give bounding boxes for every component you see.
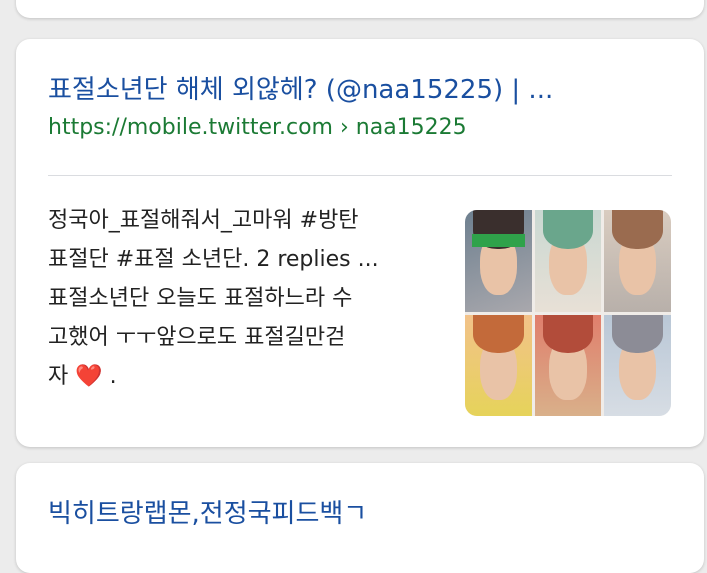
snippet-line: 표절단 #표절 소년단. 2 replies ...	[48, 247, 379, 272]
photo-collage-icon[interactable]	[465, 210, 671, 416]
result-url[interactable]: https://mobile.twitter.com › naa15225	[48, 115, 467, 140]
snippet-line-last: 자 ❤️ .	[48, 357, 443, 396]
snippet-line: 표절소년단 오늘도 표절하느라 수	[48, 286, 353, 311]
photo-tile	[604, 210, 671, 312]
photo-tile	[534, 314, 602, 416]
next-result-card: 빅히트랑랩몬,전정국피드백ㄱ	[16, 463, 704, 573]
photo-tile	[534, 210, 602, 312]
photo-tile	[465, 210, 532, 312]
search-result-card: 표절소년단 해체 외않헤? (@naa15225) | ... https://…	[16, 39, 704, 447]
next-result-title-link[interactable]: 빅히트랑랩몬,전정국피드백ㄱ	[48, 493, 367, 530]
snippet-text: 자	[48, 364, 69, 389]
photo-tile	[465, 314, 532, 416]
previous-result-card	[16, 0, 704, 18]
heart-icon: ❤️	[75, 364, 103, 389]
photo-tile	[604, 314, 671, 416]
snippet-line: 정국아_표절해줘서_고마워 #방탄	[48, 208, 359, 233]
divider	[48, 175, 672, 176]
snippet-line: 고했어 ㅜㅜ앞으로도 표절길만걷	[48, 325, 346, 350]
result-title-link[interactable]: 표절소년단 해체 외않헤? (@naa15225) | ...	[48, 69, 648, 106]
result-snippet: 정국아_표절해줘서_고마워 #방탄 표절단 #표절 소년단. 2 replies…	[48, 201, 443, 396]
snippet-tail: .	[102, 364, 117, 389]
